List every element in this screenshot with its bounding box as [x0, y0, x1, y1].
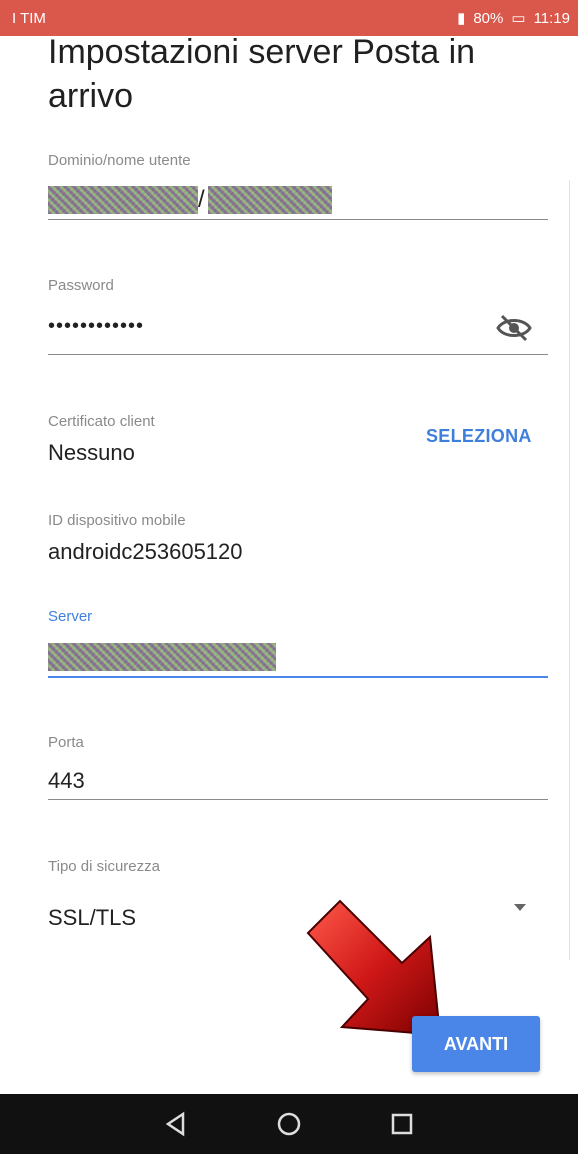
password-underline — [48, 354, 548, 355]
security-type-select[interactable]: SSL/TLS — [48, 905, 136, 931]
select-certificate-button[interactable]: SELEZIONA — [426, 426, 532, 447]
redacted-domain — [48, 186, 198, 214]
signal-icon: ▮ — [457, 10, 466, 27]
navigation-bar — [0, 1094, 578, 1154]
scrollbar-track — [569, 180, 570, 960]
domain-user-separator: / — [198, 186, 205, 213]
back-nav-icon[interactable] — [163, 1111, 189, 1137]
port-field[interactable]: 443 — [48, 768, 85, 794]
client-cert-label: Certificato client — [48, 413, 155, 430]
carrier-label: I TIM — [12, 9, 46, 27]
status-indicators: ▮ 80% ▭ 11:19 — [457, 9, 570, 28]
visibility-off-icon[interactable] — [494, 310, 534, 346]
password-field[interactable]: •••••••••••• — [48, 315, 144, 338]
server-label: Server — [48, 608, 93, 625]
clock: 11:19 — [533, 9, 570, 27]
battery-level: 80% — [473, 9, 504, 27]
redacted-username — [208, 186, 332, 214]
security-type-label: Tipo di sicurezza — [48, 858, 160, 875]
password-label: Password — [48, 277, 114, 294]
dropdown-arrow-icon[interactable] — [512, 900, 528, 912]
redacted-server — [48, 643, 276, 671]
domain-user-label: Dominio/nome utente — [48, 152, 191, 169]
server-underline — [48, 676, 548, 678]
device-id-value: androidc253605120 — [48, 539, 243, 564]
port-label: Porta — [48, 734, 84, 751]
device-id-label: ID dispositivo mobile — [48, 512, 186, 529]
client-cert-value: Nessuno — [48, 440, 135, 465]
port-underline — [48, 799, 548, 800]
domain-user-underline — [48, 219, 548, 220]
page-title: Impostazioni server Posta in arrivo — [48, 33, 476, 115]
home-nav-icon[interactable] — [276, 1111, 302, 1137]
next-button[interactable]: AVANTI — [412, 1016, 540, 1072]
battery-icon: ▭ — [511, 10, 526, 27]
recents-nav-icon[interactable] — [389, 1111, 415, 1137]
